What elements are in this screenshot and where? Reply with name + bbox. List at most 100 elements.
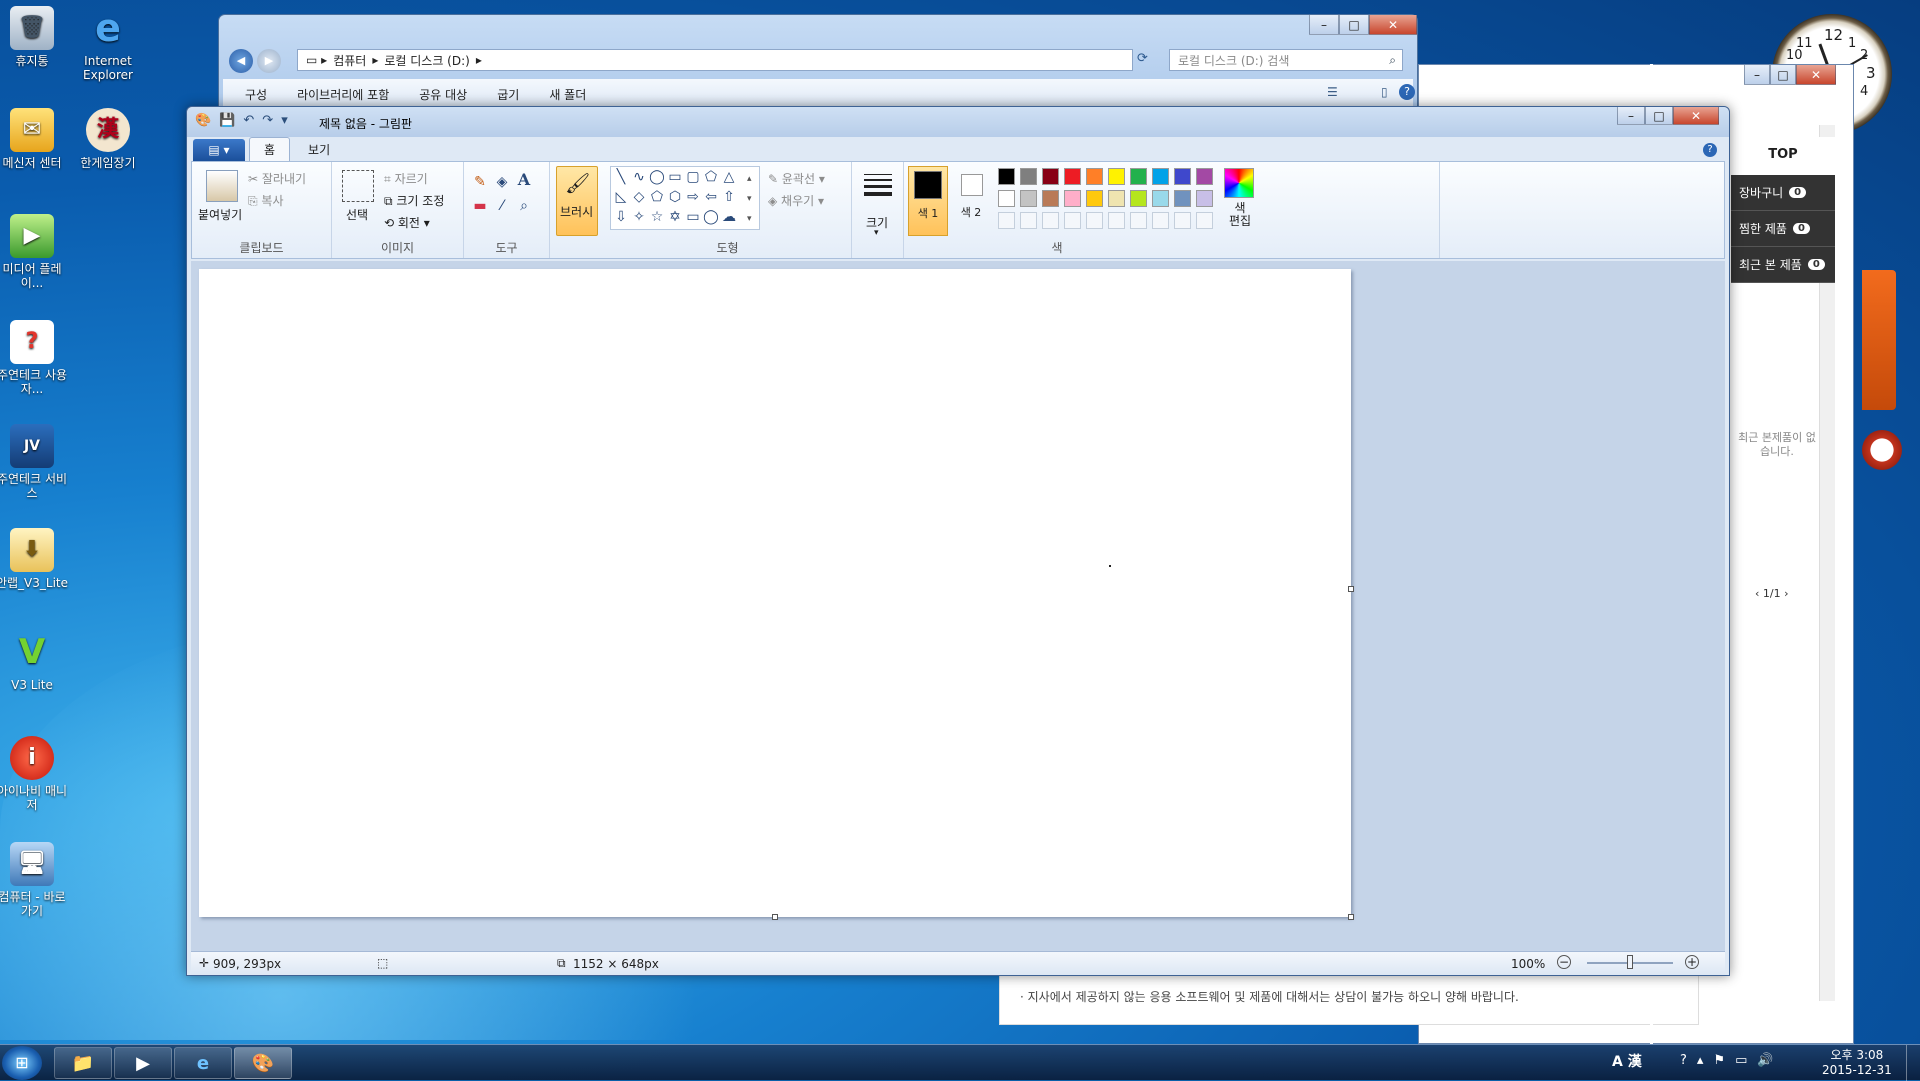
shapes-gallery[interactable]: ╲ ∿ ◯ ▭ ▢ ⬠ △ ◺ ◇ ⬠ ⬡ ⇨ ⇦ ⇧ ⇩ ✧ ☆ ✡ ▭ ◯: [610, 166, 760, 230]
top-button[interactable]: TOP: [1731, 137, 1835, 175]
palette-swatch[interactable]: [1108, 190, 1125, 207]
paint-window[interactable]: 🎨 💾 ↶ ↷ ▾ 제목 없음 - 그림판 – □ ✕ ▤ ▾ 홈 보기 ? 붙…: [186, 106, 1730, 976]
line-shape-icon[interactable]: ╲: [613, 169, 629, 185]
rectangle-shape-icon[interactable]: ▭: [667, 169, 683, 185]
pencil-icon[interactable]: ✎: [472, 174, 488, 190]
six-point-star-icon[interactable]: ✡: [667, 209, 683, 225]
paint-title-bar[interactable]: 🎨 💾 ↶ ↷ ▾ 제목 없음 - 그림판 – □ ✕: [187, 107, 1729, 137]
diamond-shape-icon[interactable]: ◇: [631, 189, 647, 205]
desktop-icon-recycle-bin[interactable]: 🗑 휴지통: [0, 6, 72, 68]
callout-rect-icon[interactable]: ▭: [685, 209, 701, 225]
palette-swatch[interactable]: [1020, 168, 1037, 185]
desktop-icon-v3-lite[interactable]: V V3 Lite: [0, 630, 72, 692]
triangle-shape-icon[interactable]: △: [721, 169, 737, 185]
palette-swatch[interactable]: [1196, 190, 1213, 207]
palette-swatch[interactable]: [1042, 190, 1059, 207]
palette-swatch[interactable]: [1064, 168, 1081, 185]
taskbar-ie-button[interactable]: e: [174, 1047, 232, 1079]
address-bar[interactable]: ▭ ▸ 컴퓨터 ▸ 로컬 디스크 (D:) ▸: [297, 49, 1133, 71]
refresh-icon[interactable]: ⟳: [1137, 51, 1148, 66]
zoom-slider-thumb[interactable]: [1627, 955, 1633, 969]
palette-swatch[interactable]: [1196, 168, 1213, 185]
toolbar-organize[interactable]: 구성: [245, 86, 267, 103]
curve-shape-icon[interactable]: ∿: [631, 169, 647, 185]
resize-handle-corner[interactable]: [1348, 914, 1354, 920]
custom-color-slot[interactable]: [1042, 212, 1059, 229]
drawing-canvas[interactable]: [199, 269, 1351, 917]
desktop-icon-media-player[interactable]: ▶ 미디어 플레이...: [0, 214, 72, 290]
minimize-icon[interactable]: –: [1617, 107, 1645, 125]
custom-color-slot[interactable]: [1152, 212, 1169, 229]
palette-swatch[interactable]: [1108, 168, 1125, 185]
palette-swatch[interactable]: [998, 168, 1015, 185]
paste-button[interactable]: 붙여넣기: [198, 206, 242, 223]
toolbar-new-folder[interactable]: 새 폴더: [549, 86, 586, 103]
custom-color-slot[interactable]: [1086, 212, 1103, 229]
palette-swatch[interactable]: [1086, 190, 1103, 207]
home-icon[interactable]: ⌂: [1777, 95, 1787, 113]
paste-icon[interactable]: [206, 170, 238, 202]
maximize-icon[interactable]: □: [1339, 15, 1369, 35]
zoom-in-icon[interactable]: +: [1685, 955, 1699, 969]
custom-color-slot[interactable]: [1130, 212, 1147, 229]
left-arrow-shape-icon[interactable]: ⇦: [703, 189, 719, 205]
breadcrumb-computer[interactable]: 컴퓨터: [333, 52, 366, 69]
desktop-icon-messenger[interactable]: ✉ 메신저 센터: [0, 108, 72, 170]
breadcrumb-drive[interactable]: 로컬 디스크 (D:): [384, 52, 469, 69]
close-icon[interactable]: ✕: [1673, 107, 1719, 125]
close-icon[interactable]: ✕: [1796, 65, 1836, 85]
app-menu-button[interactable]: ▤ ▾: [193, 139, 245, 161]
palette-swatch[interactable]: [1020, 190, 1037, 207]
favorites-icon[interactable]: ☆: [1795, 95, 1808, 113]
five-point-star-icon[interactable]: ☆: [649, 209, 665, 225]
desktop-icon-computer[interactable]: 🖥 컴퓨터 - 바로 가기: [0, 842, 72, 918]
close-icon[interactable]: ✕: [1369, 15, 1417, 35]
palette-swatch[interactable]: [1130, 168, 1147, 185]
desktop-icon-joytech-user[interactable]: ? 주연테크 사용자...: [0, 320, 72, 396]
show-desktop-button[interactable]: [1906, 1045, 1920, 1081]
palette-swatch[interactable]: [1174, 190, 1191, 207]
gallery-scroll-icon[interactable]: ▴ ▾ ▾: [747, 169, 752, 229]
zoom-out-icon[interactable]: −: [1557, 955, 1571, 969]
toolbar-include-library[interactable]: 라이브러리에 포함: [297, 86, 389, 103]
fill-icon[interactable]: ◈: [494, 174, 510, 190]
save-icon[interactable]: 💾: [219, 113, 235, 128]
down-arrow-shape-icon[interactable]: ⇩: [613, 209, 629, 225]
palette-swatch[interactable]: [1086, 168, 1103, 185]
resize-handle-right[interactable]: [1348, 586, 1354, 592]
desktop-icon-joytech-service[interactable]: JV 주연테크 서비스: [0, 424, 72, 500]
volume-icon[interactable]: 🔊: [1757, 1053, 1773, 1068]
gear-icon[interactable]: ⚙: [1816, 95, 1829, 113]
side-item-recent[interactable]: 최근 본 제품 0: [1731, 247, 1835, 283]
color2-button[interactable]: 색 2: [952, 166, 992, 236]
minimize-icon[interactable]: –: [1309, 15, 1339, 35]
tray-expand-icon[interactable]: ▴: [1697, 1053, 1704, 1068]
help-icon[interactable]: ?: [1399, 84, 1415, 100]
desktop-icon-v3-installer[interactable]: ⬇ 안랩_V3_Lite: [0, 528, 72, 590]
callout-cloud-icon[interactable]: ☁: [721, 209, 737, 225]
palette-swatch[interactable]: [1174, 168, 1191, 185]
minimize-icon[interactable]: –: [1744, 65, 1770, 85]
ime-indicator[interactable]: A 漢: [1612, 1051, 1642, 1071]
start-button[interactable]: ⊞: [2, 1046, 42, 1080]
maximize-icon[interactable]: □: [1645, 107, 1673, 125]
polygon-shape-icon[interactable]: ⬠: [703, 169, 719, 185]
custom-color-slot[interactable]: [1108, 212, 1125, 229]
maximize-icon[interactable]: □: [1770, 65, 1796, 85]
brush-button[interactable]: 🖌 브러시: [556, 166, 598, 236]
right-triangle-shape-icon[interactable]: ◺: [613, 189, 629, 205]
edit-colors-icon[interactable]: [1224, 168, 1254, 198]
magnifier-icon[interactable]: ⌕: [516, 198, 532, 214]
eraser-icon[interactable]: ▬: [472, 198, 488, 214]
rotate-button[interactable]: ⟲ 회전 ▾: [384, 214, 430, 231]
flag-icon[interactable]: ⚑: [1713, 1053, 1725, 1068]
callout-oval-icon[interactable]: ◯: [703, 209, 719, 225]
custom-color-slot[interactable]: [1174, 212, 1191, 229]
color-picker-icon[interactable]: ⁄: [494, 198, 510, 214]
palette-swatch[interactable]: [998, 190, 1015, 207]
back-icon[interactable]: ◀: [229, 49, 253, 73]
oval-shape-icon[interactable]: ◯: [649, 169, 665, 185]
network-icon[interactable]: ▭: [1735, 1053, 1747, 1068]
text-icon[interactable]: A: [516, 172, 532, 188]
forward-icon[interactable]: ▶: [257, 49, 281, 73]
